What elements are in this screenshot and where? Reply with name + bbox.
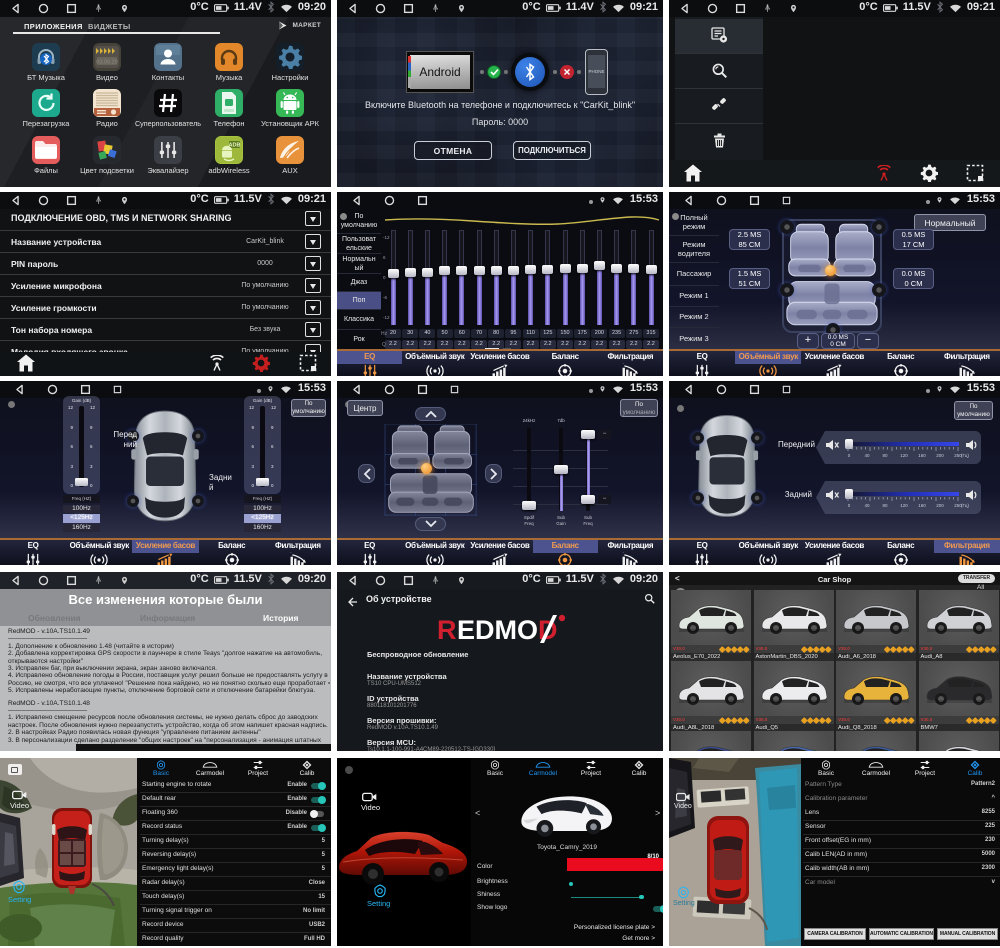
- svg-text:03.06.29: 03.06.29: [96, 60, 117, 66]
- svg-text:R: R: [437, 615, 457, 645]
- svg-text:EDMO: EDMO: [457, 615, 538, 645]
